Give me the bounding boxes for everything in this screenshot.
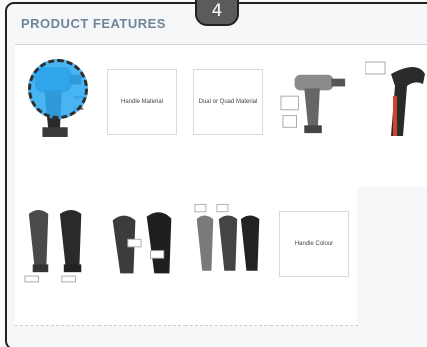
feature-card-text: Handle Colour bbox=[279, 211, 349, 277]
feature-tile[interactable]: Dual or Quad Material bbox=[185, 45, 272, 188]
text-card-thumbnail: Handle Material bbox=[107, 53, 177, 151]
drill-with-callouts-icon bbox=[280, 74, 346, 134]
step-number-badge: 4 bbox=[195, 0, 239, 26]
two-drills-labeled-icon bbox=[112, 212, 172, 274]
product-features-panel: PRODUCT FEATURES Handle Material Dual or… bbox=[5, 2, 427, 347]
feature-tile[interactable] bbox=[185, 187, 272, 326]
click-highlight-marker bbox=[28, 59, 88, 119]
empty-tile bbox=[357, 187, 427, 325]
feature-tile[interactable]: Handle Colour bbox=[271, 187, 358, 326]
drill-thumbnail bbox=[279, 53, 349, 151]
feature-tile[interactable] bbox=[357, 45, 427, 188]
dark-drill-icon bbox=[365, 61, 425, 136]
two-drills-icon bbox=[24, 210, 82, 283]
screenshot-frame: PRODUCT FEATURES Handle Material Dual or… bbox=[0, 0, 427, 347]
feature-tile[interactable] bbox=[15, 187, 100, 326]
drill-thumbnail bbox=[365, 53, 427, 151]
text-card-thumbnail: Handle Colour bbox=[279, 195, 349, 293]
drill-thumbnail bbox=[107, 195, 177, 293]
feature-card-text: Handle Material bbox=[107, 69, 177, 135]
drill-thumbnail bbox=[23, 195, 91, 293]
feature-tile[interactable]: Handle Material bbox=[99, 45, 186, 188]
section-title: PRODUCT FEATURES bbox=[21, 16, 166, 31]
feature-tile[interactable] bbox=[99, 187, 186, 326]
drill-thumbnail bbox=[193, 195, 263, 293]
feature-tile[interactable] bbox=[271, 45, 358, 188]
three-drills-icon bbox=[194, 203, 260, 271]
feature-card-text: Dual or Quad Material bbox=[193, 69, 263, 135]
footer-strip bbox=[15, 326, 427, 347]
text-card-thumbnail: Dual or Quad Material bbox=[193, 53, 263, 151]
